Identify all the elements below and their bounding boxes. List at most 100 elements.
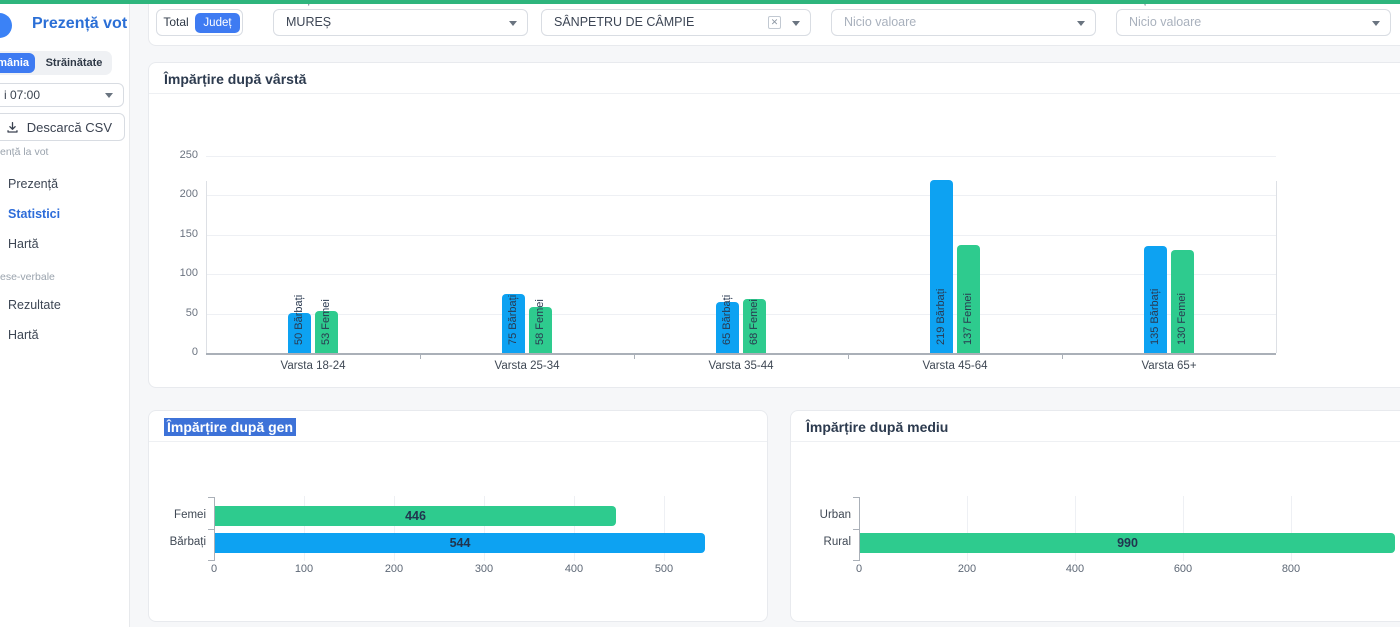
- sectie-select[interactable]: Nicio valoare: [1116, 9, 1391, 36]
- grid-line: [206, 156, 1276, 157]
- sidebar-item-prezenta[interactable]: Prezență: [8, 177, 58, 191]
- uat-select[interactable]: SÂNPETRU DE CÂMPIE ✕: [541, 9, 811, 36]
- y-axis-tick: [853, 560, 859, 561]
- sidebar-item-harta-prezenta[interactable]: Hartă: [8, 237, 39, 251]
- grid-line: [206, 195, 1276, 196]
- tab-romania[interactable]: mânia: [0, 53, 35, 73]
- y-axis-tick-label: 250: [158, 149, 198, 161]
- x-axis-category-label: Varsta 65+: [1099, 360, 1239, 372]
- y-axis-tick-label: 100: [158, 267, 198, 279]
- x-axis-tick-label: 200: [372, 563, 416, 575]
- gender-chart-card: Împărțire după gen 0100200300400500Femei…: [148, 410, 768, 622]
- selected-text: Împărțire după gen: [164, 418, 296, 436]
- bar-value-label: 65 Bărbați: [721, 295, 733, 345]
- x-axis-tick-label: 600: [1161, 563, 1205, 575]
- y-axis-tick: [853, 497, 859, 498]
- sidebar-item-rezultate[interactable]: Rezultate: [8, 298, 61, 312]
- page-title: Prezență vot: [32, 15, 127, 33]
- filter-uat: UAT SÂNPETRU DE CÂMPIE ✕: [541, 0, 811, 47]
- localitate-placeholder: Nicio valoare: [844, 15, 916, 29]
- x-axis-category-label: Varsta 45-64: [885, 360, 1025, 372]
- nivel-option-judet[interactable]: Județ: [195, 13, 240, 33]
- age-chart-header: Împărțire după vârstă: [149, 63, 1400, 94]
- gender-chart-header: Împărțire după gen: [149, 411, 767, 442]
- bar-value-label: 219 Bărbați: [935, 289, 947, 345]
- grid-line: [206, 314, 1276, 315]
- x-axis-tick-label: 300: [462, 563, 506, 575]
- download-csv-button[interactable]: Descarcă CSV: [0, 113, 125, 141]
- y-axis-tick: [208, 529, 214, 530]
- grid-line: [206, 235, 1276, 236]
- category-label: Bărbați: [154, 536, 206, 548]
- x-axis-tick-label: 800: [1269, 563, 1313, 575]
- logo-icon: [0, 13, 12, 38]
- age-chart-card: Împărțire după vârstă 0 50 100 150 200 250 50 …: [148, 62, 1400, 388]
- age-chart-plot: 0 50 100 150 200 250 50 Bărbați 53 Femei Varsta …: [149, 94, 1400, 387]
- top-accent-bar: [0, 0, 1400, 4]
- bar-value-label: 137 Femei: [962, 293, 974, 345]
- clear-icon[interactable]: ✕: [768, 16, 781, 29]
- x-axis-tick-label: 200: [945, 563, 989, 575]
- tab-strainatate[interactable]: Străinătate: [38, 53, 110, 73]
- mediu-chart-card: Împărțire după mediu 0200400600800UrbanR…: [790, 410, 1400, 622]
- sidebar-item-harta-rezultate[interactable]: Hartă: [8, 328, 39, 342]
- x-axis-tick-label: 400: [552, 563, 596, 575]
- y-axis-tick-label: 150: [158, 228, 198, 240]
- filter-localitate: LOCALITATE Nicio valoare: [831, 0, 1096, 47]
- category-label: Femei: [154, 509, 206, 521]
- sidebar-item-statistici[interactable]: Statistici: [8, 207, 60, 221]
- x-axis-category-label: Varsta 35-44: [671, 360, 811, 372]
- bar-value-label: 544: [215, 536, 705, 550]
- x-axis-category-label: Varsta 25-34: [457, 360, 597, 372]
- x-axis-line: [206, 353, 1276, 355]
- x-axis-tick-label: 400: [1053, 563, 1097, 575]
- x-axis-tick: [420, 353, 421, 359]
- grid-line: [206, 274, 1276, 275]
- time-select[interactable]: i 07:00: [0, 83, 124, 107]
- country-tab-group: mânia Străinătate: [0, 51, 112, 75]
- y-axis-tick: [208, 560, 214, 561]
- section-label-prezenta-la-vot: ență la vot: [0, 146, 48, 158]
- category-label: Urban: [799, 509, 851, 521]
- x-axis-tick: [1062, 353, 1063, 359]
- chevron-down-icon: [509, 21, 517, 26]
- time-select-value: i 07:00: [4, 88, 40, 102]
- mediu-chart-title: Împărțire după mediu: [806, 419, 948, 435]
- bar-value-label: 68 Femei: [748, 299, 760, 345]
- gender-chart-title: Împărțire după gen: [164, 419, 296, 435]
- chevron-down-icon: [792, 21, 800, 26]
- chevron-down-icon: [1372, 21, 1380, 26]
- age-chart-title: Împărțire după vârstă: [164, 71, 306, 87]
- y-axis-tick-label: 0: [158, 346, 198, 358]
- nivel-toggle: Total Județ: [156, 9, 243, 36]
- x-axis-tick-label: 100: [282, 563, 326, 575]
- filter-bar: NIVEL Total Județ JUDEȚ MUREȘ UAT SÂNPET…: [148, 0, 1400, 46]
- bar-value-label: 58 Femei: [534, 299, 546, 345]
- chevron-down-icon: [1077, 21, 1085, 26]
- bar-value-label: 130 Femei: [1176, 293, 1188, 345]
- bar-value-label: 53 Femei: [320, 299, 332, 345]
- localitate-select[interactable]: Nicio valoare: [831, 9, 1096, 36]
- section-label-procese-verbale: ese-verbale: [0, 271, 55, 283]
- mediu-chart-plot: 0200400600800UrbanRural990: [791, 442, 1400, 621]
- y-axis-tick-label: 50: [158, 307, 198, 319]
- download-csv-label: Descarcă CSV: [27, 120, 112, 135]
- sidebar: Prezență vot mânia Străinătate i 07:00 D…: [0, 0, 130, 627]
- nivel-option-total[interactable]: Total: [157, 10, 195, 35]
- axis-right-spine: [1276, 181, 1277, 353]
- bar-value-label: 75 Bărbați: [507, 295, 519, 345]
- bar-value-label: 135 Bărbați: [1149, 289, 1161, 345]
- filter-judet: JUDEȚ MUREȘ: [273, 0, 528, 47]
- bar-value-label: 50 Bărbați: [293, 295, 305, 345]
- judet-select[interactable]: MUREȘ: [273, 9, 528, 36]
- x-axis-tick: [634, 353, 635, 359]
- gender-chart-plot: 0100200300400500Femei446Bărbați544: [149, 442, 767, 621]
- chevron-down-icon: [105, 93, 113, 98]
- axis-left-spine: [206, 181, 207, 353]
- bar-value-label: 990: [860, 536, 1395, 550]
- y-axis-tick-label: 200: [158, 188, 198, 200]
- filter-sectie: SECȚIE Nicio valoare: [1116, 0, 1391, 47]
- y-axis-tick: [853, 529, 859, 530]
- judet-select-value: MUREȘ: [286, 15, 331, 29]
- y-axis-tick: [208, 497, 214, 498]
